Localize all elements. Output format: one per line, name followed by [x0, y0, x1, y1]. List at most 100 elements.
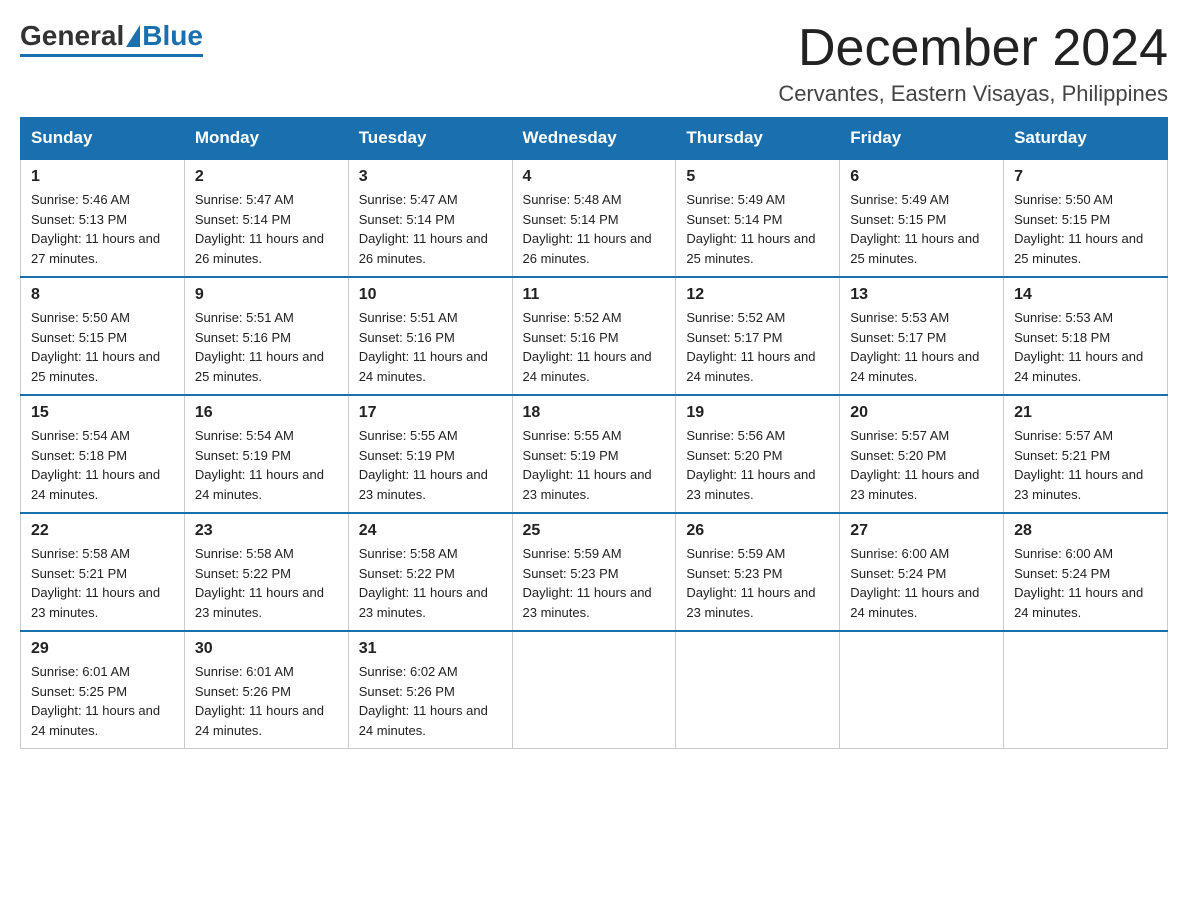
calendar-header-row: SundayMondayTuesdayWednesdayThursdayFrid…: [21, 118, 1168, 160]
calendar-header-sunday: Sunday: [21, 118, 185, 160]
day-number: 15: [31, 404, 174, 422]
day-number: 13: [850, 286, 993, 304]
day-info: Sunrise: 5:58 AMSunset: 5:21 PMDaylight:…: [31, 546, 160, 620]
day-number: 12: [686, 286, 829, 304]
day-number: 18: [523, 404, 666, 422]
calendar-cell: 30 Sunrise: 6:01 AMSunset: 5:26 PMDaylig…: [184, 631, 348, 749]
calendar-cell: 9 Sunrise: 5:51 AMSunset: 5:16 PMDayligh…: [184, 277, 348, 395]
logo-triangle-icon: [126, 25, 140, 47]
day-info: Sunrise: 5:51 AMSunset: 5:16 PMDaylight:…: [359, 310, 488, 384]
calendar-cell: 14 Sunrise: 5:53 AMSunset: 5:18 PMDaylig…: [1004, 277, 1168, 395]
page-subtitle: Cervantes, Eastern Visayas, Philippines: [778, 81, 1168, 107]
day-info: Sunrise: 5:51 AMSunset: 5:16 PMDaylight:…: [195, 310, 324, 384]
logo-underline: [20, 54, 203, 57]
calendar-week-row: 8 Sunrise: 5:50 AMSunset: 5:15 PMDayligh…: [21, 277, 1168, 395]
calendar-cell: 7 Sunrise: 5:50 AMSunset: 5:15 PMDayligh…: [1004, 159, 1168, 277]
day-number: 8: [31, 286, 174, 304]
day-info: Sunrise: 5:52 AMSunset: 5:16 PMDaylight:…: [523, 310, 652, 384]
day-number: 23: [195, 522, 338, 540]
calendar-cell: 18 Sunrise: 5:55 AMSunset: 5:19 PMDaylig…: [512, 395, 676, 513]
logo: General Blue: [20, 20, 203, 57]
page-title: December 2024: [778, 20, 1168, 77]
calendar-cell: 10 Sunrise: 5:51 AMSunset: 5:16 PMDaylig…: [348, 277, 512, 395]
calendar-cell: 22 Sunrise: 5:58 AMSunset: 5:21 PMDaylig…: [21, 513, 185, 631]
day-info: Sunrise: 5:50 AMSunset: 5:15 PMDaylight:…: [31, 310, 160, 384]
logo-general-text: General: [20, 20, 124, 52]
day-number: 2: [195, 168, 338, 186]
day-number: 5: [686, 168, 829, 186]
calendar-cell: [1004, 631, 1168, 749]
calendar-cell: [840, 631, 1004, 749]
day-info: Sunrise: 5:49 AMSunset: 5:15 PMDaylight:…: [850, 192, 979, 266]
day-info: Sunrise: 6:00 AMSunset: 5:24 PMDaylight:…: [1014, 546, 1143, 620]
day-number: 1: [31, 168, 174, 186]
day-info: Sunrise: 5:59 AMSunset: 5:23 PMDaylight:…: [523, 546, 652, 620]
calendar-cell: 12 Sunrise: 5:52 AMSunset: 5:17 PMDaylig…: [676, 277, 840, 395]
day-number: 7: [1014, 168, 1157, 186]
day-number: 27: [850, 522, 993, 540]
day-number: 4: [523, 168, 666, 186]
day-number: 26: [686, 522, 829, 540]
day-info: Sunrise: 5:56 AMSunset: 5:20 PMDaylight:…: [686, 428, 815, 502]
day-number: 24: [359, 522, 502, 540]
calendar-cell: 3 Sunrise: 5:47 AMSunset: 5:14 PMDayligh…: [348, 159, 512, 277]
calendar-cell: 19 Sunrise: 5:56 AMSunset: 5:20 PMDaylig…: [676, 395, 840, 513]
day-number: 17: [359, 404, 502, 422]
day-number: 11: [523, 286, 666, 304]
day-number: 29: [31, 640, 174, 658]
day-number: 22: [31, 522, 174, 540]
day-info: Sunrise: 5:50 AMSunset: 5:15 PMDaylight:…: [1014, 192, 1143, 266]
calendar-cell: 13 Sunrise: 5:53 AMSunset: 5:17 PMDaylig…: [840, 277, 1004, 395]
logo-blue-text: Blue: [142, 20, 203, 52]
day-number: 20: [850, 404, 993, 422]
day-number: 21: [1014, 404, 1157, 422]
calendar-cell: 5 Sunrise: 5:49 AMSunset: 5:14 PMDayligh…: [676, 159, 840, 277]
day-number: 6: [850, 168, 993, 186]
day-number: 19: [686, 404, 829, 422]
day-info: Sunrise: 5:52 AMSunset: 5:17 PMDaylight:…: [686, 310, 815, 384]
page-header: General Blue December 2024 Cervantes, Ea…: [20, 20, 1168, 107]
day-info: Sunrise: 5:55 AMSunset: 5:19 PMDaylight:…: [359, 428, 488, 502]
day-info: Sunrise: 5:46 AMSunset: 5:13 PMDaylight:…: [31, 192, 160, 266]
calendar-header-saturday: Saturday: [1004, 118, 1168, 160]
calendar-cell: 11 Sunrise: 5:52 AMSunset: 5:16 PMDaylig…: [512, 277, 676, 395]
day-number: 31: [359, 640, 502, 658]
day-number: 9: [195, 286, 338, 304]
day-info: Sunrise: 6:00 AMSunset: 5:24 PMDaylight:…: [850, 546, 979, 620]
calendar-table: SundayMondayTuesdayWednesdayThursdayFrid…: [20, 117, 1168, 749]
day-info: Sunrise: 6:01 AMSunset: 5:26 PMDaylight:…: [195, 664, 324, 738]
day-info: Sunrise: 5:57 AMSunset: 5:20 PMDaylight:…: [850, 428, 979, 502]
day-info: Sunrise: 5:58 AMSunset: 5:22 PMDaylight:…: [195, 546, 324, 620]
calendar-cell: 24 Sunrise: 5:58 AMSunset: 5:22 PMDaylig…: [348, 513, 512, 631]
day-info: Sunrise: 5:58 AMSunset: 5:22 PMDaylight:…: [359, 546, 488, 620]
day-info: Sunrise: 5:47 AMSunset: 5:14 PMDaylight:…: [359, 192, 488, 266]
calendar-cell: 2 Sunrise: 5:47 AMSunset: 5:14 PMDayligh…: [184, 159, 348, 277]
day-number: 10: [359, 286, 502, 304]
day-info: Sunrise: 5:54 AMSunset: 5:19 PMDaylight:…: [195, 428, 324, 502]
calendar-cell: 21 Sunrise: 5:57 AMSunset: 5:21 PMDaylig…: [1004, 395, 1168, 513]
calendar-cell: 23 Sunrise: 5:58 AMSunset: 5:22 PMDaylig…: [184, 513, 348, 631]
calendar-week-row: 15 Sunrise: 5:54 AMSunset: 5:18 PMDaylig…: [21, 395, 1168, 513]
calendar-header-monday: Monday: [184, 118, 348, 160]
calendar-cell: 1 Sunrise: 5:46 AMSunset: 5:13 PMDayligh…: [21, 159, 185, 277]
calendar-cell: [676, 631, 840, 749]
calendar-cell: 28 Sunrise: 6:00 AMSunset: 5:24 PMDaylig…: [1004, 513, 1168, 631]
calendar-cell: 15 Sunrise: 5:54 AMSunset: 5:18 PMDaylig…: [21, 395, 185, 513]
calendar-cell: 17 Sunrise: 5:55 AMSunset: 5:19 PMDaylig…: [348, 395, 512, 513]
day-number: 14: [1014, 286, 1157, 304]
day-info: Sunrise: 5:55 AMSunset: 5:19 PMDaylight:…: [523, 428, 652, 502]
calendar-cell: 20 Sunrise: 5:57 AMSunset: 5:20 PMDaylig…: [840, 395, 1004, 513]
day-info: Sunrise: 6:02 AMSunset: 5:26 PMDaylight:…: [359, 664, 488, 738]
calendar-week-row: 29 Sunrise: 6:01 AMSunset: 5:25 PMDaylig…: [21, 631, 1168, 749]
calendar-cell: 16 Sunrise: 5:54 AMSunset: 5:19 PMDaylig…: [184, 395, 348, 513]
day-info: Sunrise: 5:53 AMSunset: 5:18 PMDaylight:…: [1014, 310, 1143, 384]
day-info: Sunrise: 5:57 AMSunset: 5:21 PMDaylight:…: [1014, 428, 1143, 502]
calendar-week-row: 22 Sunrise: 5:58 AMSunset: 5:21 PMDaylig…: [21, 513, 1168, 631]
calendar-week-row: 1 Sunrise: 5:46 AMSunset: 5:13 PMDayligh…: [21, 159, 1168, 277]
calendar-cell: 29 Sunrise: 6:01 AMSunset: 5:25 PMDaylig…: [21, 631, 185, 749]
calendar-cell: 27 Sunrise: 6:00 AMSunset: 5:24 PMDaylig…: [840, 513, 1004, 631]
day-info: Sunrise: 5:47 AMSunset: 5:14 PMDaylight:…: [195, 192, 324, 266]
calendar-header-tuesday: Tuesday: [348, 118, 512, 160]
day-number: 25: [523, 522, 666, 540]
calendar-cell: 25 Sunrise: 5:59 AMSunset: 5:23 PMDaylig…: [512, 513, 676, 631]
